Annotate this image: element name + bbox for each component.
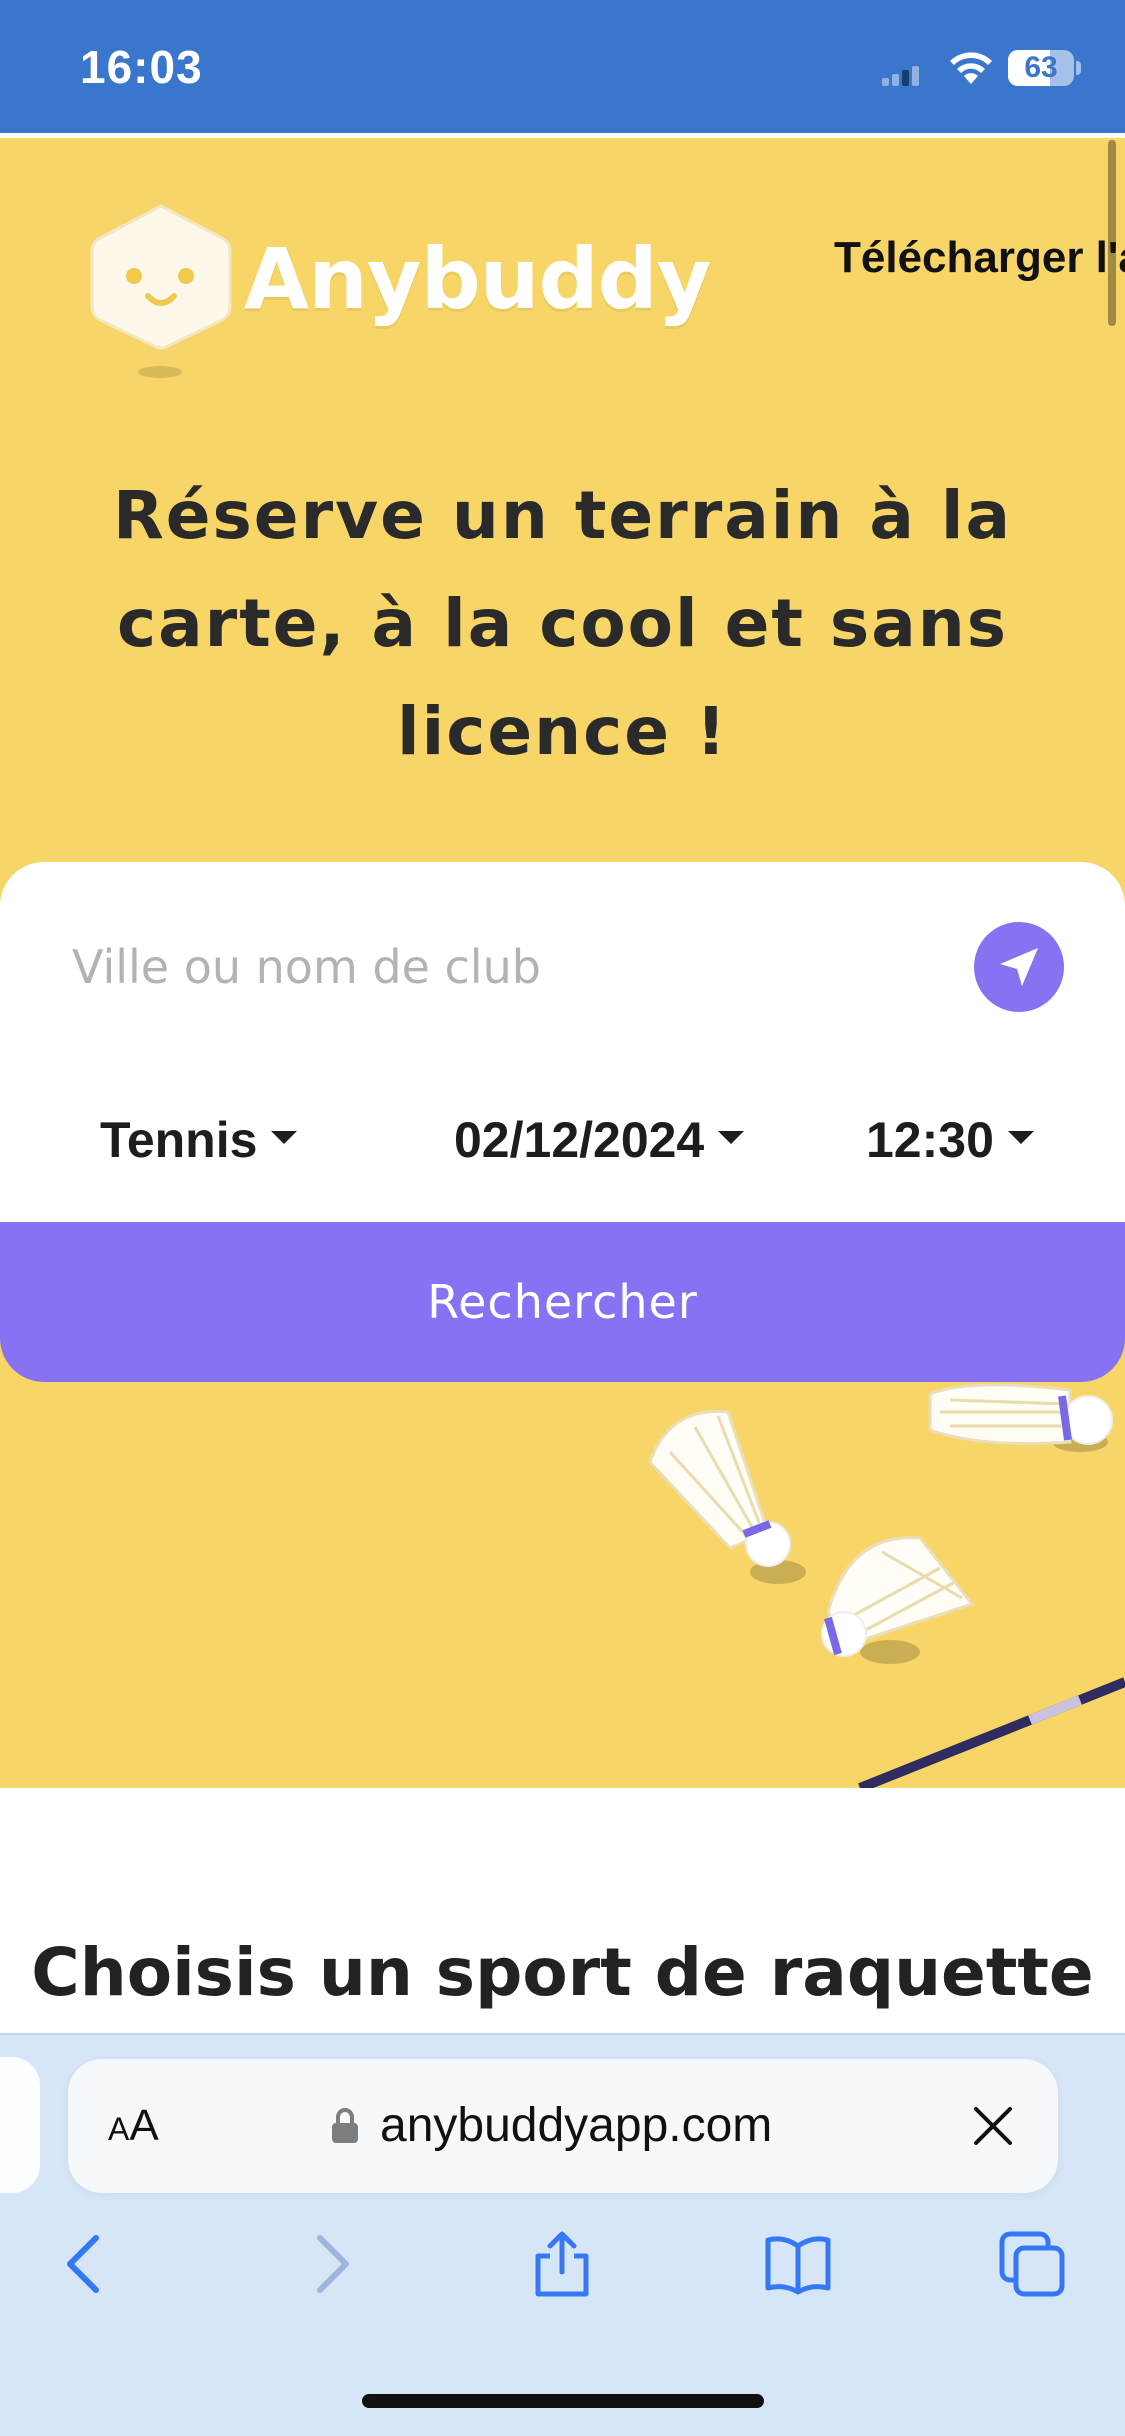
close-icon[interactable] (968, 2101, 1018, 2151)
status-bar: 16:03 63 (0, 0, 1125, 133)
brand-logo[interactable]: Anybuddy (86, 200, 712, 390)
book-icon[interactable] (762, 2228, 834, 2300)
previous-tab-preview[interactable] (0, 2057, 40, 2193)
wifi-icon (950, 52, 992, 84)
search-button[interactable]: Rechercher (0, 1222, 1125, 1382)
share-icon[interactable] (526, 2228, 598, 2300)
caret-down-icon (1007, 1131, 1034, 1145)
date-value: 02/12/2024 (454, 1112, 705, 1168)
lock-icon (332, 2108, 358, 2143)
screen: 16:03 63 Anybuddy Télécharger l' Réserve… (0, 0, 1125, 2436)
status-time: 16:03 (80, 41, 203, 93)
shuttlecock-illustration (648, 1383, 1125, 1788)
address-bar[interactable]: AA anybuddyapp.com (68, 2059, 1058, 2193)
buddy-mascot-icon (90, 204, 232, 378)
tabs-icon[interactable] (996, 2228, 1068, 2300)
caret-down-icon (718, 1131, 745, 1145)
location-arrow-icon (1000, 948, 1038, 986)
url-text[interactable]: anybuddyapp.com (380, 2059, 772, 2193)
caret-down-icon (271, 1131, 298, 1145)
city-search-input[interactable] (72, 932, 932, 1002)
chevron-left-icon[interactable] (50, 2228, 122, 2300)
download-app-link[interactable]: Télécharger l'app (834, 222, 1125, 294)
battery-percentage: 63 (1024, 51, 1058, 84)
hero-headline: Réserve un terrain à la carte, à la cool… (112, 477, 1013, 770)
date-select[interactable]: 02/12/2024 (454, 1108, 745, 1172)
battery-cap (1076, 61, 1081, 75)
chevron-right-icon[interactable] (294, 2228, 366, 2300)
cellular-signal-icon (882, 66, 919, 86)
sport-select[interactable]: Tennis (100, 1108, 298, 1172)
reader-options-button[interactable]: AA (108, 2059, 159, 2193)
home-indicator (362, 2394, 764, 2408)
aa-small: A (108, 2111, 130, 2147)
battery-icon: 63 (1008, 50, 1074, 86)
aa-large: A (129, 2101, 159, 2150)
geolocate-button[interactable] (974, 922, 1064, 1012)
brand-name: Anybuddy (244, 230, 712, 328)
time-select[interactable]: 12:30 (866, 1108, 1034, 1172)
sport-value: Tennis (100, 1112, 258, 1168)
search-card: Tennis 02/12/2024 12:30 (0, 862, 1125, 1222)
time-value: 12:30 (866, 1112, 994, 1168)
section-title: Choisis un sport de raquette (31, 1934, 1094, 2011)
